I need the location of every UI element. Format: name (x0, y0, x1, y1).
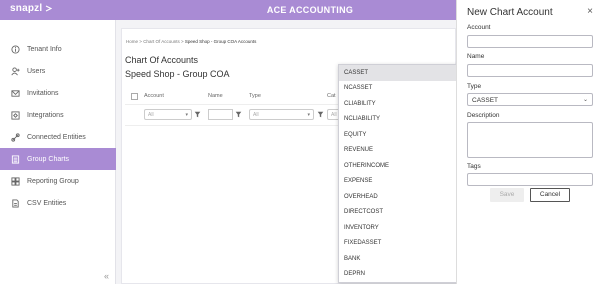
sidebar-item-reporting-group[interactable]: Reporting Group (0, 170, 116, 192)
sidebar-item-group-charts[interactable]: Group Charts (0, 148, 116, 170)
page-title: Chart Of Accounts (125, 55, 199, 65)
filter-icon[interactable] (235, 111, 242, 120)
sidebar-item-label: Reporting Group (27, 177, 79, 185)
sidebar-item-csv-entities[interactable]: CSV Entities (0, 192, 116, 214)
breadcrumb-current: Speed Shop - Group COA Accounts (184, 39, 257, 44)
sidebar-item-label: Connected Entities (27, 133, 86, 141)
column-header-type[interactable]: Type (249, 93, 261, 99)
name-label: Name (467, 53, 485, 60)
dropdown-option-bank[interactable]: BANK (339, 251, 463, 267)
type-filter-select[interactable]: All ▾ (249, 109, 314, 120)
link-icon (10, 132, 20, 142)
type-label: Type (467, 83, 482, 90)
filter-icon[interactable] (194, 111, 201, 120)
dropdown-option-revenue[interactable]: REVENUE (339, 143, 463, 159)
info-circle-icon (10, 44, 20, 54)
sidebar-item-connected-entities[interactable]: Connected Entities (0, 126, 116, 148)
app-logo[interactable]: snapzl (10, 3, 53, 14)
filter-value: All (253, 112, 259, 118)
sidebar-item-invitations[interactable]: Invitations (0, 82, 116, 104)
sidebar-item-users[interactable]: Users (0, 60, 116, 82)
chevron-down-icon: ▾ (307, 112, 310, 118)
page-subtitle: Speed Shop - Group COA (125, 69, 230, 79)
sidebar-item-label: Invitations (27, 89, 59, 97)
dropdown-option-deprn[interactable]: DEPRN (339, 267, 463, 283)
column-header-name[interactable]: Name (208, 93, 223, 99)
chevron-down-icon: ⌄ (582, 97, 588, 103)
dropdown-option-cliability[interactable]: CLIABILITY (339, 96, 463, 112)
filter-icon[interactable] (317, 111, 324, 120)
breadcrumb-separator: > (180, 39, 184, 44)
dropdown-option-casset[interactable]: CASSET (339, 65, 463, 81)
filter-value: All (331, 112, 337, 118)
sidebar-item-integrations[interactable]: Integrations (0, 104, 116, 126)
column-header-account[interactable]: Account (144, 93, 164, 99)
reporting-group-icon (10, 176, 20, 186)
dropdown-option-ncasset[interactable]: NCASSET (339, 81, 463, 97)
integrations-icon (10, 110, 20, 120)
sidebar-item-tenant-info[interactable]: Tenant Info (0, 38, 116, 60)
dropdown-option-otherincome[interactable]: OTHERINCOME (339, 158, 463, 174)
logo-text: snapzl (10, 3, 43, 14)
users-icon (10, 66, 20, 76)
save-button[interactable]: Save (490, 188, 524, 202)
close-icon[interactable]: × (587, 6, 593, 17)
breadcrumb: Home > Chart Of Accounts > Speed Shop - … (126, 39, 256, 44)
breadcrumb-home[interactable]: Home (126, 39, 138, 44)
column-header-category[interactable]: Cat (327, 93, 336, 99)
tags-input[interactable] (467, 173, 593, 186)
account-label: Account (467, 24, 491, 31)
dropdown-option-equity[interactable]: EQUITY (339, 127, 463, 143)
invite-icon (10, 88, 20, 98)
description-textarea[interactable] (467, 122, 593, 158)
csv-icon (10, 198, 20, 208)
dropdown-option-fixedasset[interactable]: FIXEDASSET (339, 236, 463, 252)
breadcrumb-chart-of-accounts[interactable]: Chart Of Accounts (143, 39, 180, 44)
sidebar-item-label: Integrations (27, 111, 64, 119)
dropdown-option-overhead[interactable]: OVERHEAD (339, 189, 463, 205)
select-all-checkbox[interactable] (131, 93, 138, 100)
dropdown-option-inventory[interactable]: INVENTORY (339, 220, 463, 236)
sidebar: Tenant Info Users Invitations Integratio… (0, 20, 116, 284)
type-dropdown-list: CASSET NCASSET CLIABILITY NCLIABILITY EQ… (338, 64, 464, 283)
collapse-sidebar-icon[interactable]: « (104, 271, 109, 281)
sidebar-item-label: Tenant Info (27, 45, 62, 53)
dropdown-option-directcost[interactable]: DIRECTCOST (339, 205, 463, 221)
description-label: Description (467, 112, 500, 119)
type-select[interactable]: CASSET ⌄ (467, 93, 593, 106)
sidebar-item-label: Group Charts (27, 155, 70, 163)
sidebar-item-label: CSV Entities (27, 199, 67, 207)
chevron-down-icon: ▾ (185, 112, 188, 118)
account-input[interactable] (467, 35, 593, 48)
type-select-value: CASSET (472, 97, 499, 104)
panel-title: New Chart Account (467, 7, 553, 18)
account-filter-select[interactable]: All ▾ (144, 109, 192, 120)
dropdown-option-ncliability[interactable]: NCLIABILITY (339, 112, 463, 128)
dropdown-option-expense[interactable]: EXPENSE (339, 174, 463, 190)
breadcrumb-separator: > (139, 39, 142, 44)
app-title: ACE ACCOUNTING (266, 5, 354, 15)
cancel-button[interactable]: Cancel (530, 188, 570, 202)
filter-value: All (148, 112, 154, 118)
chart-list-icon (10, 154, 20, 164)
sidebar-item-label: Users (27, 67, 46, 75)
name-filter-input[interactable] (208, 109, 233, 120)
logo-mark-icon (46, 5, 53, 12)
new-chart-account-panel: New Chart Account × Account Name Type CA… (456, 0, 600, 284)
tags-label: Tags (467, 163, 481, 170)
name-input[interactable] (467, 64, 593, 77)
